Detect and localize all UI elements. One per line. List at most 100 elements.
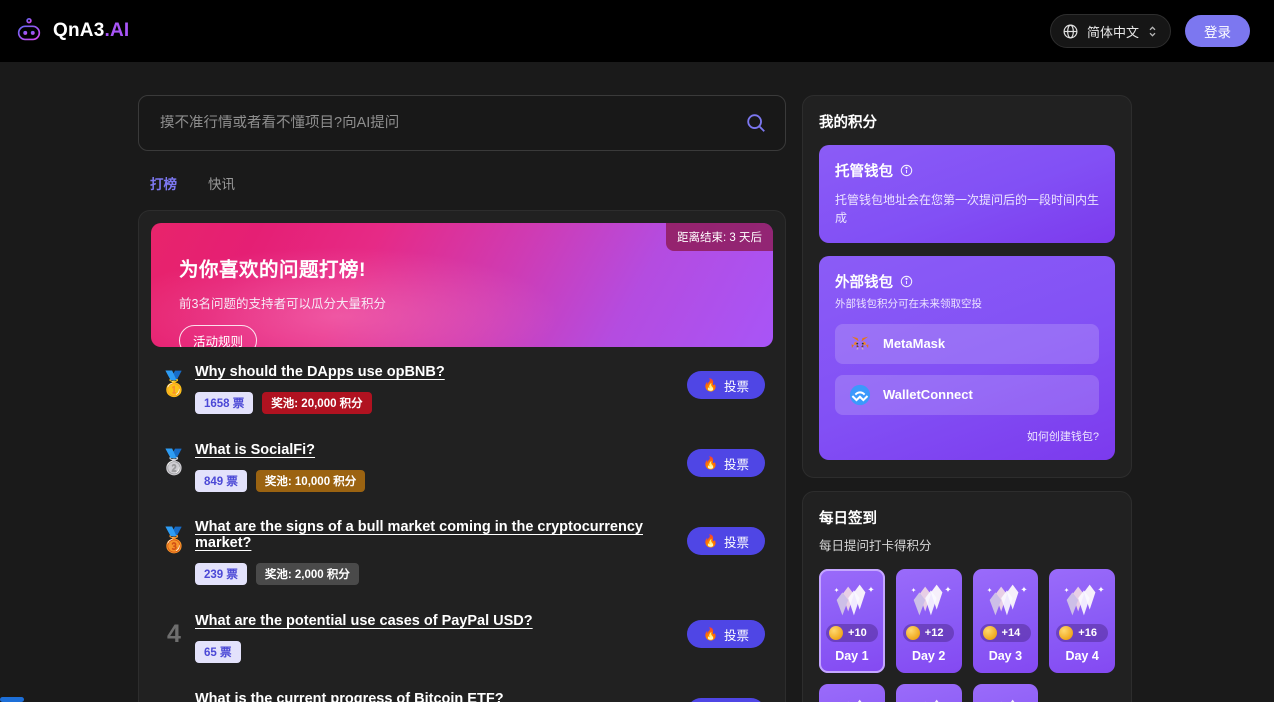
flame-icon: 🔥 [703, 378, 718, 392]
wallet-option-label: MetaMask [883, 336, 945, 351]
votes-badge: 849 票 [195, 470, 247, 492]
metamask-icon [849, 333, 871, 355]
checkin-day-label: Day 4 [1065, 649, 1098, 663]
vote-button[interactable]: 🔥 投票 [687, 698, 765, 702]
rank-content: What are the potential use cases of PayP… [191, 612, 687, 663]
search-bar[interactable] [138, 95, 786, 151]
external-wallet-name: 外部钱包 [835, 271, 893, 292]
question-link[interactable]: What is the current progress of Bitcoin … [195, 691, 504, 702]
external-wallet-header: 外部钱包 [835, 271, 1099, 292]
gem-icon: ✦ ✦ [982, 578, 1028, 622]
rank-marker: 4 [157, 612, 191, 647]
question-link[interactable]: What are the potential use cases of PayP… [195, 613, 533, 629]
rank-marker: 5 [157, 690, 191, 702]
rank-content: What is the current progress of Bitcoin … [191, 690, 687, 702]
vote-button[interactable]: 🔥 投票 [687, 620, 765, 648]
custodial-wallet-header: 托管钱包 [835, 160, 1099, 181]
svg-text:✦: ✦ [910, 587, 916, 594]
gem-icon [982, 693, 1028, 702]
header-actions: 简体中文 登录 [1050, 14, 1250, 48]
coin-icon [983, 626, 997, 640]
wallet-option-label: WalletConnect [883, 387, 973, 402]
promo-banner: 距离结束: 3 天后 为你喜欢的问题打榜! 前3名问题的支持者可以瓜分大量积分 … [151, 223, 773, 347]
search-icon[interactable] [745, 112, 767, 134]
checkin-day-card[interactable]: +25 Day 7 [973, 684, 1039, 702]
votes-badge: 239 票 [195, 563, 247, 585]
checkin-day-card[interactable]: +20 Day 6 [896, 684, 962, 702]
tab-ranking[interactable]: 打榜 [150, 173, 177, 196]
vote-button-label: 投票 [724, 532, 749, 551]
rank-badges: 849 票 奖池: 10,000 积分 [195, 470, 687, 492]
checkin-subtitle: 每日提问打卡得积分 [819, 535, 1115, 554]
daily-checkin-panel: 每日签到 每日提问打卡得积分 ✦ ✦ +10 [802, 491, 1132, 702]
medal-gold-icon: 🥇 [157, 373, 191, 397]
pool-badge: 奖池: 2,000 积分 [256, 563, 359, 585]
points-panel-title: 我的积分 [819, 111, 1115, 132]
rank-content: What is SocialFi? 849 票 奖池: 10,000 积分 [191, 441, 687, 492]
banner-countdown: 距离结束: 3 天后 [666, 223, 773, 251]
wallet-option-walletconnect[interactable]: WalletConnect [835, 375, 1099, 415]
custodial-wallet-description: 托管钱包地址会在您第一次提问后的一段时间内生成 [835, 191, 1099, 227]
vote-button-label: 投票 [724, 454, 749, 473]
coin-icon [906, 626, 920, 640]
rank-content: Why should the DApps use opBNB? 1658 票 奖… [191, 363, 687, 414]
gem-icon [829, 693, 875, 702]
sidebar: 我的积分 托管钱包 托管钱包地址会在您第一次提问后的一段时间内生成 外部钱包 [802, 95, 1132, 702]
external-wallet-description: 外部钱包积分可在未来领取空投 [835, 297, 1099, 313]
vote-button[interactable]: 🔥 投票 [687, 527, 765, 555]
external-wallet-card: 外部钱包 外部钱包积分可在未来领取空投 [819, 256, 1115, 460]
robot-icon [14, 16, 44, 46]
rank-content: What are the signs of a bull market comi… [191, 519, 687, 585]
vote-button[interactable]: 🔥 投票 [687, 449, 765, 477]
info-icon[interactable] [900, 164, 913, 177]
brand-name: QnA3.AI [53, 20, 129, 42]
vote-button-label: 投票 [724, 625, 749, 644]
gem-icon: ✦ ✦ [1059, 578, 1105, 622]
table-row: 4 What are the potential use cases of Pa… [151, 596, 773, 674]
svg-text:✦: ✦ [834, 587, 840, 594]
page-body: 打榜 快讯 距离结束: 3 天后 为你喜欢的问题打榜! 前3名问题的支持者可以瓜… [0, 62, 1274, 702]
language-label: 简体中文 [1087, 22, 1139, 41]
horizontal-scrollbar[interactable] [0, 697, 24, 702]
search-input[interactable] [160, 115, 745, 131]
checkin-days-grid: ✦ ✦ +10 Day 1 ✦ [819, 569, 1115, 702]
checkin-points-pill: +12 [903, 624, 955, 642]
tab-news[interactable]: 快讯 [208, 173, 235, 196]
vote-button-label: 投票 [724, 376, 749, 395]
banner-rules-button[interactable]: 活动规则 [179, 325, 257, 347]
checkin-day-label: Day 1 [835, 649, 868, 663]
globe-icon [1062, 23, 1079, 40]
brand-name-suffix: .AI [104, 20, 129, 41]
svg-text:✦: ✦ [1097, 584, 1104, 594]
checkin-day-card[interactable]: ✦ ✦ +16 Day 4 [1049, 569, 1115, 673]
login-button[interactable]: 登录 [1185, 15, 1250, 47]
coin-icon [829, 626, 843, 640]
question-link[interactable]: What is SocialFi? [195, 442, 315, 458]
svg-text:✦: ✦ [867, 584, 874, 594]
medal-silver-icon: 🥈 [157, 451, 191, 475]
create-wallet-link[interactable]: 如何创建钱包? [835, 428, 1099, 444]
flame-icon: 🔥 [703, 534, 718, 548]
checkin-day-card[interactable]: +18 Day 5 [819, 684, 885, 702]
info-icon[interactable] [900, 275, 913, 288]
flame-icon: 🔥 [703, 627, 718, 641]
walletconnect-icon [849, 384, 871, 406]
wallet-option-metamask[interactable]: MetaMask [835, 324, 1099, 364]
checkin-day-card[interactable]: ✦ ✦ +14 Day 3 [973, 569, 1039, 673]
svg-text:✦: ✦ [944, 584, 951, 594]
question-link[interactable]: What are the signs of a bull market comi… [195, 519, 687, 551]
table-row: 🥉 What are the signs of a bull market co… [151, 503, 773, 596]
table-row: 5 What is the current progress of Bitcoi… [151, 674, 773, 702]
svg-text:✦: ✦ [987, 587, 993, 594]
rank-badges: 1658 票 奖池: 20,000 积分 [195, 392, 687, 414]
main-column: 打榜 快讯 距离结束: 3 天后 为你喜欢的问题打榜! 前3名问题的支持者可以瓜… [138, 95, 786, 702]
checkin-day-card[interactable]: ✦ ✦ +12 Day 2 [896, 569, 962, 673]
app-header: QnA3.AI 简体中文 登录 [0, 0, 1274, 62]
question-link[interactable]: Why should the DApps use opBNB? [195, 364, 445, 380]
checkin-points-pill: +16 [1056, 624, 1108, 642]
vote-button[interactable]: 🔥 投票 [687, 371, 765, 399]
rank-badges: 65 票 [195, 641, 687, 663]
checkin-day-card[interactable]: ✦ ✦ +10 Day 1 [819, 569, 885, 673]
language-selector[interactable]: 简体中文 [1050, 14, 1171, 48]
brand[interactable]: QnA3.AI [14, 16, 129, 46]
